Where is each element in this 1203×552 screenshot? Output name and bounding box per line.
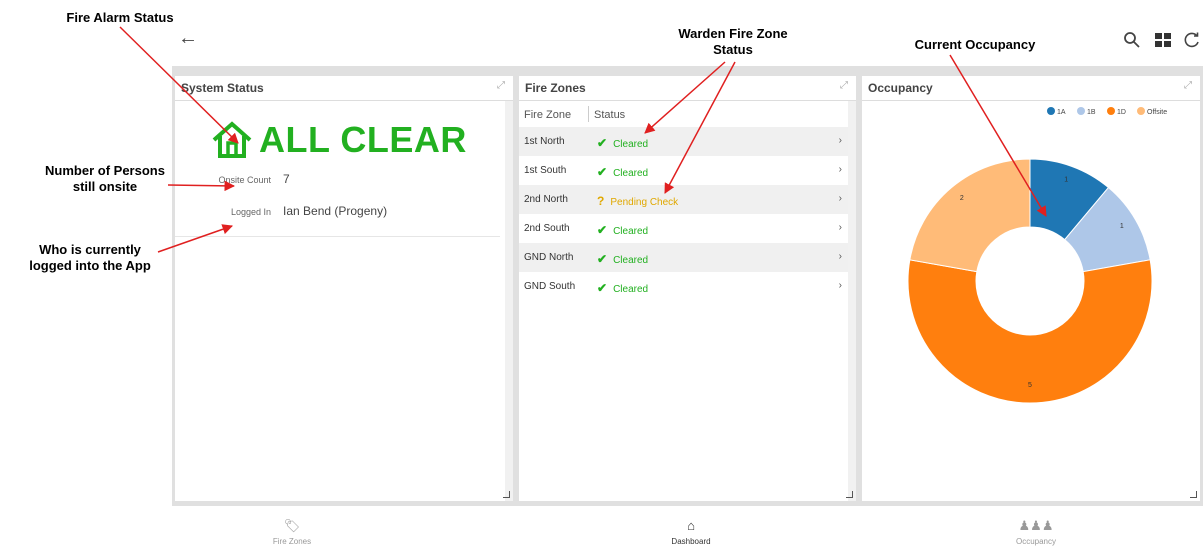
check-icon: ✔ (597, 165, 608, 179)
table-header: Fire Zone Status (519, 102, 848, 126)
legend-marker[interactable] (1107, 107, 1115, 115)
panel-header: Occupancy ⤢ (862, 76, 1200, 101)
column-header-fire-zone[interactable]: Fire Zone (524, 109, 571, 121)
refresh-icon[interactable] (1182, 30, 1202, 50)
chevron-right-icon: › (838, 135, 842, 146)
legend-label[interactable]: 1A (1057, 109, 1066, 116)
resize-handle[interactable] (846, 491, 853, 498)
table-row[interactable]: GND North ✔ Cleared › (519, 243, 848, 272)
slice-value-label: 1 (1120, 223, 1124, 230)
expand-icon[interactable]: ⤢ (497, 81, 507, 91)
legend-marker[interactable] (1077, 107, 1085, 115)
table-row[interactable]: 1st South ✔ Cleared › (519, 156, 848, 185)
resize-handle[interactable] (1190, 491, 1197, 498)
annotation-fire-alarm-status: Fire Alarm Status (66, 10, 174, 25)
annotation-warden-status-1: Warden Fire Zone (678, 26, 788, 41)
donut-slice-offsite[interactable] (909, 158, 1031, 273)
logged-in-label: Logged In (230, 207, 271, 217)
question-icon: ? (597, 194, 605, 208)
fire-extinguisher-icon: 🏷 (283, 518, 301, 533)
fire-zone-name: 2nd North (524, 194, 568, 205)
chevron-right-icon: › (838, 164, 842, 175)
chevron-right-icon: › (838, 222, 842, 233)
onsite-count-label: Onsite Count (218, 175, 271, 185)
panel-title: Fire Zones (525, 81, 586, 95)
legend-label[interactable]: 1B (1087, 109, 1096, 116)
annotation-persons-onsite-2: still onsite (72, 179, 138, 194)
divider (175, 236, 500, 237)
dashboard-layout-icon[interactable] (1153, 30, 1173, 50)
annotation-logged-in-2: logged into the App (29, 258, 151, 273)
legend-marker[interactable] (1047, 107, 1055, 115)
scrollbar[interactable] (505, 101, 513, 501)
table-row[interactable]: 2nd North? Pending Check › (519, 185, 848, 214)
chevron-right-icon: › (838, 280, 842, 291)
check-icon: ✔ (597, 136, 608, 150)
check-icon: ✔ (597, 281, 608, 295)
slice-value-label: 5 (1028, 382, 1032, 389)
table-row[interactable]: 1st North ✔ Cleared › (519, 127, 848, 156)
fire-zone-status-text: Cleared (613, 226, 649, 237)
table-row[interactable]: 2nd South ✔ Cleared › (519, 214, 848, 243)
fire-zone-status-text: Cleared (613, 139, 649, 150)
users-icon: ♟♟♟ (1018, 518, 1054, 533)
fire-zone-status: ✔ Cleared (597, 136, 648, 150)
annotation-logged-in-1: Who is currently (39, 242, 141, 257)
occupancy-panel: Occupancy ⤢ 1 1 5 2 1A 1B 1D Offsite (862, 76, 1200, 501)
table-row[interactable]: GND South ✔ Cleared › (519, 272, 848, 301)
nav-label: Occupancy (1015, 537, 1057, 546)
fire-zone-status-text: Cleared (613, 168, 649, 179)
nav-label: Fire Zones (272, 537, 312, 546)
nav-dashboard[interactable]: ⌂ Dashboard (631, 518, 751, 546)
fire-zone-status: ✔ Cleared (597, 165, 648, 179)
annotation-current-occupancy: Current Occupancy (914, 37, 1036, 52)
occupancy-donut-chart: 1 1 5 2 1A 1B 1D Offsite (907, 107, 1167, 404)
expand-icon[interactable]: ⤢ (1184, 81, 1194, 91)
chevron-right-icon: › (838, 251, 842, 262)
fire-zone-status-text: Cleared (613, 255, 649, 266)
annotation-persons-onsite-1: Number of Persons (45, 163, 165, 178)
legend-label[interactable]: Offsite (1147, 109, 1167, 116)
fire-zone-status-text: Cleared (613, 284, 649, 295)
slice-value-label: 2 (960, 195, 964, 202)
scrollbar[interactable] (848, 101, 856, 501)
panel-header: System Status ⤢ (175, 76, 513, 101)
panel-title: Occupancy (868, 81, 933, 95)
annotation-warden-status-2: Status (713, 42, 753, 57)
panel-header: Fire Zones ⤢ (519, 76, 856, 101)
system-status-panel: System Status ⤢ ALL CLEAR Onsite Count 7… (175, 76, 513, 501)
back-arrow-icon[interactable]: ← (178, 28, 198, 48)
logged-in-value: Ian Bend (Progeny) (283, 204, 388, 218)
fire-zone-name: 1st North (524, 136, 565, 147)
fire-zone-status-text: Pending Check (610, 197, 679, 208)
fire-zones-panel: Fire Zones ⤢ Fire Zone Status 1st North ✔… (519, 76, 856, 501)
nav-fire-zones[interactable]: 🏷 Fire Zones (232, 518, 352, 546)
legend-marker[interactable] (1137, 107, 1145, 115)
column-header-status[interactable]: Status (594, 109, 625, 121)
fire-zone-status: ✔ Cleared (597, 223, 648, 237)
nav-occupancy[interactable]: ♟♟♟ Occupancy (976, 518, 1096, 546)
slice-value-label: 1 (1064, 176, 1068, 183)
fire-zone-name: GND South (524, 281, 576, 292)
home-icon: ⌂ (687, 518, 695, 533)
fire-zone-name: 2nd South (524, 223, 570, 234)
house-icon (212, 121, 252, 158)
legend-label[interactable]: 1D (1117, 109, 1126, 116)
check-icon: ✔ (597, 252, 608, 266)
fire-zone-status: ✔ Cleared (597, 252, 648, 266)
nav-label: Dashboard (671, 537, 711, 546)
expand-icon[interactable]: ⤢ (840, 81, 850, 91)
fire-zone-status: ? Pending Check (597, 194, 678, 208)
chevron-right-icon: › (838, 193, 842, 204)
fire-alarm-status: ALL CLEAR (259, 119, 467, 160)
panel-title: System Status (181, 81, 264, 95)
fire-zone-status: ✔ Cleared (597, 281, 648, 295)
fire-zone-name: GND North (524, 252, 574, 263)
onsite-count-value: 7 (283, 172, 290, 186)
resize-handle[interactable] (503, 491, 510, 498)
search-icon[interactable] (1122, 30, 1142, 50)
fire-zone-name: 1st South (524, 165, 567, 176)
column-divider (588, 106, 589, 122)
check-icon: ✔ (597, 223, 608, 237)
